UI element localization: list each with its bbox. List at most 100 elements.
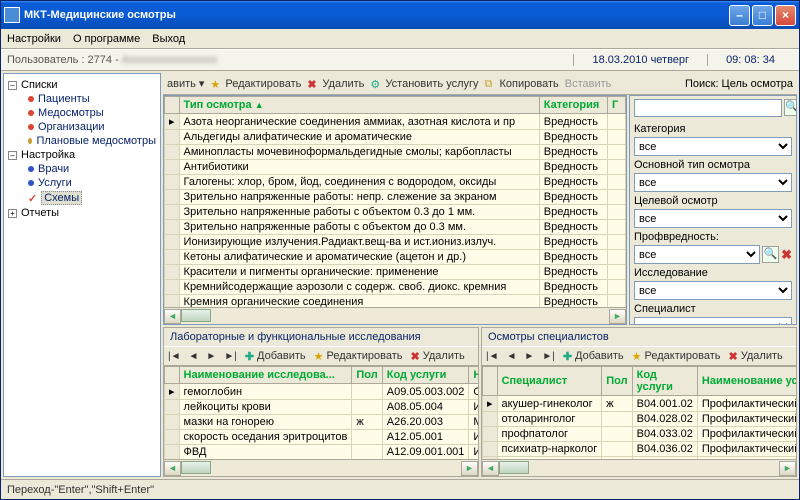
spec-delete-button[interactable]: ✖Удалить <box>729 350 783 363</box>
table-row[interactable]: Красители и пигменты органические: приме… <box>165 265 626 280</box>
maximize-button[interactable]: □ <box>752 5 773 26</box>
table-row[interactable]: Кетоны алифатические и ароматические (ац… <box>165 250 626 265</box>
paste-button[interactable]: Вставить <box>565 78 612 90</box>
spec-edit-button[interactable]: ★Редактировать <box>632 350 721 363</box>
table-row[interactable]: Зрительно напряженные работы с объектом … <box>165 205 626 220</box>
table-row[interactable]: Аминопласты мочевиноформальдегидные смол… <box>165 145 626 160</box>
filter-panel: 🔍 ✖ Категория все Основной тип осмотра в… <box>629 95 797 325</box>
prof-clear-icon[interactable]: ✖ <box>781 247 792 263</box>
set-service-button[interactable]: ⚙Установить услугу <box>370 78 478 90</box>
table-row[interactable]: ▸акушер-гинекологжB04.001.02Профилактиче… <box>483 396 797 412</box>
grid-hscroll[interactable]: ◄► <box>164 307 626 324</box>
lab-edit-button[interactable]: ★Редактировать <box>314 350 403 363</box>
table-row[interactable]: Альдегиды алифатические и ароматическиеВ… <box>165 130 626 145</box>
table-row[interactable]: профпатологB04.033.02Профилактический пр <box>483 427 797 442</box>
user-label: Пользователь : 2774 - Axxxxxxxxxxxxxxxx <box>7 54 573 66</box>
tree-organizations[interactable]: Организации <box>6 120 158 134</box>
titlebar: МКТ-Медицинские осмотры – □ × <box>1 1 799 29</box>
spec-panel: Осмотры специалистов |◄ ◄ ► ►| ✚Добавить… <box>481 327 797 477</box>
table-row[interactable]: Ионизирующие излучения.Радиакт.вещ-ва и … <box>165 235 626 250</box>
col-category[interactable]: Категория <box>539 97 607 114</box>
table-row[interactable]: Зрительно напряженные работы: непр. слеж… <box>165 190 626 205</box>
nav-last-icon[interactable]: ►| <box>224 351 237 362</box>
nav-prev-icon[interactable]: ◄ <box>507 351 517 362</box>
filter-cat[interactable]: все <box>634 137 792 156</box>
tree-doctors[interactable]: Врачи <box>6 162 158 176</box>
nav-first-icon[interactable]: |◄ <box>168 351 181 362</box>
close-button[interactable]: × <box>775 5 796 26</box>
menu-settings[interactable]: Настройки <box>7 33 61 45</box>
app-icon <box>4 7 20 23</box>
lab-add-button[interactable]: ✚Добавить <box>245 350 306 363</box>
table-row[interactable]: скорость оседания эритроцитовA12.05.001И… <box>165 430 479 445</box>
infobar: Пользователь : 2774 - Axxxxxxxxxxxxxxxx … <box>1 49 799 71</box>
window-title: МКТ-Медицинские осмотры <box>24 9 729 21</box>
col-type[interactable]: Тип осмотра ▲ <box>179 97 539 114</box>
nav-last-icon[interactable]: ►| <box>542 351 555 362</box>
lab-hscroll[interactable]: ◄► <box>164 459 478 476</box>
spec-hscroll[interactable]: ◄► <box>482 459 796 476</box>
menu-exit[interactable]: Выход <box>152 33 185 45</box>
filter-prof-label: Профвредность: <box>634 231 792 243</box>
table-row[interactable]: ФВДA12.09.001.001Ис <box>165 445 479 460</box>
filter-spec[interactable]: все <box>634 317 792 325</box>
lab-grid[interactable]: Наименование исследова...ПолКод услугиНа… <box>164 366 478 459</box>
filter-spec-label: Специалист <box>634 303 792 315</box>
lab-toolbar: |◄ ◄ ► ►| ✚Добавить ★Редактировать ✖Удал… <box>164 346 478 366</box>
filter-target[interactable]: все <box>634 209 792 228</box>
filter-prof[interactable]: все <box>634 245 760 264</box>
menubar: Настройки О программе Выход <box>1 29 799 49</box>
filter-cat-label: Категория <box>634 123 792 135</box>
edit-button[interactable]: ★Редактировать <box>210 78 301 90</box>
spec-toolbar: |◄ ◄ ► ►| ✚Добавить ★Редактировать ✖Удал… <box>482 346 796 366</box>
main-grid[interactable]: Тип осмотра ▲ Категория Г ▸Азота неорган… <box>163 95 627 325</box>
nav-next-icon[interactable]: ► <box>524 351 534 362</box>
nav-first-icon[interactable]: |◄ <box>486 351 499 362</box>
table-row[interactable]: Кремния органические соединенияВредность <box>165 295 626 308</box>
tree-setup[interactable]: –Настройка <box>6 148 158 162</box>
tree-schemes[interactable]: ✓Схемы <box>6 190 158 206</box>
lab-delete-button[interactable]: ✖Удалить <box>411 350 465 363</box>
time-label: 09: 08: 34 <box>707 54 793 66</box>
date-label: 18.03.2010 четверг <box>573 54 707 66</box>
table-row[interactable]: Кремнийсодержащие аэрозоли с содерж. сво… <box>165 280 626 295</box>
delete-button[interactable]: ✖Удалить <box>307 78 364 90</box>
tree-lists[interactable]: –Списки <box>6 78 158 92</box>
menu-about[interactable]: О программе <box>73 33 140 45</box>
tree-services[interactable]: Услуги <box>6 176 158 190</box>
filter-main[interactable]: все <box>634 173 792 192</box>
col-g[interactable]: Г <box>608 97 626 114</box>
copy-button[interactable]: ⧉Копировать <box>485 78 559 90</box>
search-label: Поиск: Цель осмотра <box>685 78 793 90</box>
table-row[interactable]: мазки на гонореюжA26.20.003Ми <box>165 415 479 430</box>
add-button[interactable]: авить ▾ <box>167 77 204 90</box>
search-input[interactable] <box>634 99 782 117</box>
filter-study[interactable]: все <box>634 281 792 300</box>
minimize-button[interactable]: – <box>729 5 750 26</box>
app-window: МКТ-Медицинские осмотры – □ × Настройки … <box>0 0 800 500</box>
sidebar-tree[interactable]: –Списки Пациенты Медосмотры Организации … <box>3 73 161 477</box>
nav-prev-icon[interactable]: ◄ <box>189 351 199 362</box>
table-row[interactable]: ▸Азота неорганические соединения аммиак,… <box>165 114 626 130</box>
filter-main-label: Основной тип осмотра <box>634 159 792 171</box>
table-row[interactable]: АнтибиотикиВредность <box>165 160 626 175</box>
prof-search-icon[interactable]: 🔍 <box>762 246 779 263</box>
lab-panel: Лабораторные и функциональные исследован… <box>163 327 479 477</box>
tree-patients[interactable]: Пациенты <box>6 92 158 106</box>
filter-target-label: Целевой осмотр <box>634 195 792 207</box>
table-row[interactable]: ▸гемоглобинA09.05.003.002Оп <box>165 384 479 400</box>
table-row[interactable]: лейкоциты кровиA08.05.004Ис <box>165 400 479 415</box>
tree-reports[interactable]: +Отчеты <box>6 206 158 220</box>
spec-grid[interactable]: СпециалистПолКод услугиНаименование услу… <box>482 366 796 459</box>
table-row[interactable]: Зрительно напряженные работы с объектом … <box>165 220 626 235</box>
nav-next-icon[interactable]: ► <box>206 351 216 362</box>
table-row[interactable]: Галогены: хлор, бром, йод, соединения с … <box>165 175 626 190</box>
tree-planned[interactable]: Плановые медосмотры <box>6 134 158 148</box>
spec-title: Осмотры специалистов <box>482 328 796 346</box>
table-row[interactable]: отоларингологB04.028.02Профилактический … <box>483 412 797 427</box>
search-icon[interactable]: 🔍 <box>784 99 797 116</box>
tree-examinations[interactable]: Медосмотры <box>6 106 158 120</box>
statusbar: Переход-"Enter","Shift+Enter" <box>1 479 799 499</box>
table-row[interactable]: психиатр-наркологB04.036.02Профилактичес… <box>483 442 797 457</box>
spec-add-button[interactable]: ✚Добавить <box>563 350 624 363</box>
